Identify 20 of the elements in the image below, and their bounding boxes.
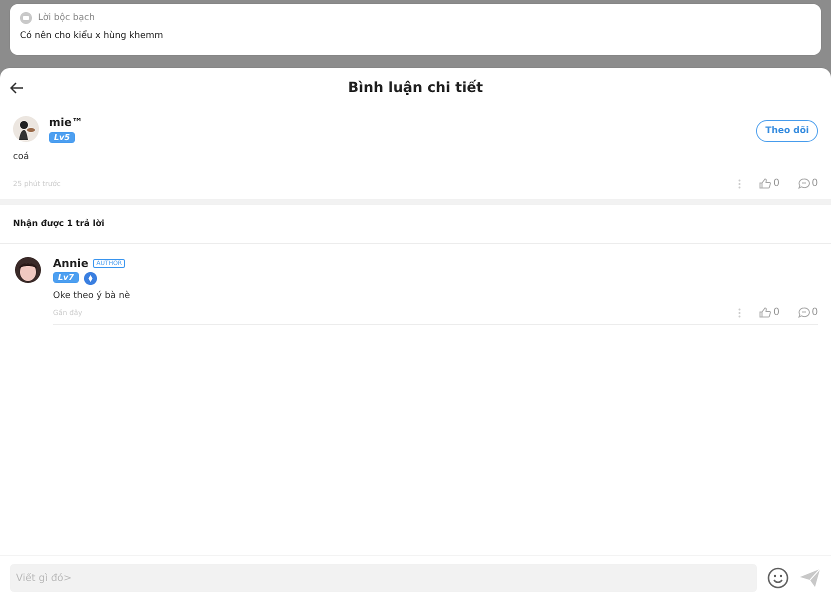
follow-button[interactable]: Theo dõi bbox=[756, 120, 818, 142]
author-name: mie™ bbox=[49, 116, 84, 129]
emoji-icon[interactable] bbox=[767, 567, 789, 589]
reply-text: Oke theo ý bà nè bbox=[53, 291, 132, 301]
like-button[interactable]: 0 bbox=[759, 178, 780, 189]
avatar-icon bbox=[15, 257, 41, 283]
level-badge: Lv5 bbox=[49, 132, 75, 143]
post-text: Có nên cho kiểu x hùng khemm bbox=[20, 31, 164, 41]
author-name: Annie bbox=[53, 257, 88, 270]
post-category: Lời bộc bạch bbox=[38, 13, 95, 23]
chat-icon bbox=[20, 12, 32, 24]
comment-text: coá bbox=[13, 152, 30, 162]
sheet-title: Bình luận chi tiết bbox=[348, 80, 483, 96]
more-icon[interactable] bbox=[738, 308, 742, 318]
replies-heading: Nhận được 1 trả lời bbox=[0, 205, 831, 244]
send-icon[interactable] bbox=[799, 568, 821, 588]
level-badge: Lv7 bbox=[53, 272, 79, 283]
more-icon[interactable] bbox=[738, 178, 742, 188]
like-button[interactable]: 0 bbox=[759, 307, 780, 318]
avatar-icon bbox=[13, 116, 39, 142]
